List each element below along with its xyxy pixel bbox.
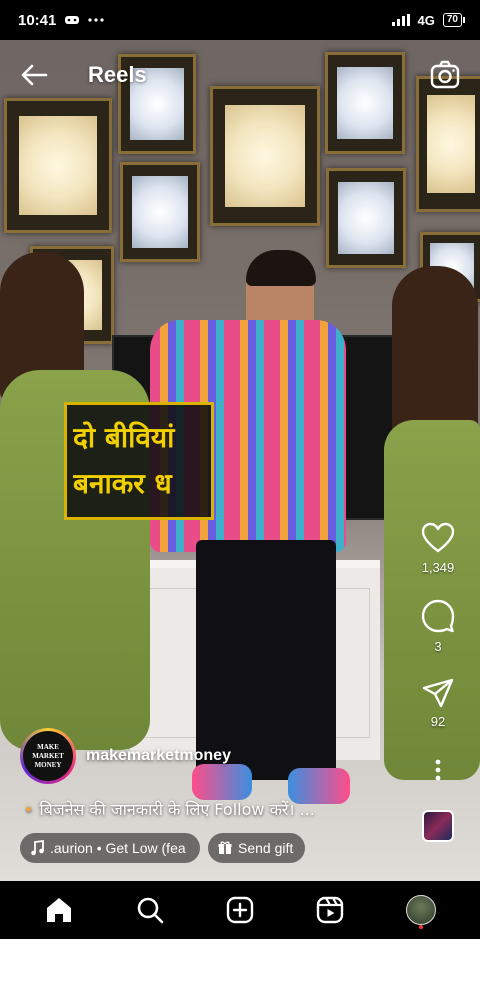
back-button[interactable]	[20, 60, 50, 90]
avatar-logo-line: MAKE	[37, 742, 59, 751]
like-count: 1,349	[421, 560, 455, 575]
avatar-logo-line: MONEY	[34, 760, 62, 769]
overlay-line-1: दो बीवियां	[73, 421, 175, 454]
share-button[interactable]: 92	[422, 678, 454, 729]
reels-icon	[317, 896, 344, 924]
camera-icon	[430, 60, 460, 89]
blank-area	[0, 939, 480, 998]
nav-reels[interactable]	[310, 890, 350, 930]
create-icon	[226, 896, 254, 924]
overlay-line-2: बनाकर ध	[73, 467, 172, 500]
comment-count: 3	[434, 639, 442, 654]
wall-plaque	[120, 162, 200, 262]
bottom-nav	[0, 881, 480, 939]
share-count: 92	[430, 714, 446, 729]
author-avatar-logo: MAKE MARKET MONEY	[23, 731, 73, 781]
chips-row: .aurion • Get Low (fea Send gift	[20, 833, 306, 863]
signal-icon	[391, 14, 410, 26]
camera-button[interactable]	[430, 60, 460, 90]
author-username[interactable]: makemarketmoney	[86, 747, 231, 765]
wall-plaque	[4, 98, 112, 233]
send-gift-label: Send gift	[238, 840, 294, 856]
battery-icon: 70	[442, 13, 466, 27]
share-icon	[422, 678, 454, 708]
author-avatar[interactable]: MAKE MARKET MONEY	[20, 728, 76, 784]
status-time: 10:41	[18, 11, 57, 29]
video-text-overlay: दो बीवियां बनाकर ध	[64, 402, 214, 520]
back-arrow-icon	[21, 64, 48, 86]
search-icon	[137, 897, 163, 924]
nav-home[interactable]	[39, 890, 79, 930]
game-controller-icon	[65, 16, 80, 24]
like-button[interactable]: 1,349	[421, 522, 455, 575]
notification-dot	[418, 925, 423, 929]
author-row: MAKE MARKET MONEY makemarketmoney	[20, 728, 231, 784]
caption-bullet: •	[24, 800, 34, 819]
more-icon	[435, 759, 441, 781]
comment-icon	[421, 599, 455, 633]
battery-level: 70	[446, 14, 458, 25]
caption-text: बिजनेस की जानकारी के लिए Follow करें। ..…	[39, 800, 315, 819]
comment-button[interactable]: 3	[421, 599, 455, 654]
home-icon	[47, 898, 72, 922]
wall-plaque	[326, 168, 406, 268]
avatar-logo-line: MARKET	[32, 751, 64, 760]
network-type: 4G	[417, 12, 435, 28]
heart-icon	[421, 522, 455, 553]
reels-header: Reels	[0, 40, 480, 110]
page-title: Reels	[88, 62, 147, 87]
gift-icon	[218, 841, 232, 854]
send-gift-chip[interactable]: Send gift	[208, 833, 306, 863]
audio-thumbnail-button[interactable]	[422, 810, 454, 842]
music-note-icon	[31, 840, 44, 856]
nav-create[interactable]	[220, 890, 260, 930]
profile-avatar	[405, 895, 436, 925]
action-rail: 1,349 3 92	[414, 522, 462, 842]
nav-search[interactable]	[130, 890, 170, 930]
person-center-hair	[246, 250, 316, 286]
reel-caption[interactable]: • बिजनेस की जानकारी के लिए Follow करें। .…	[24, 798, 315, 820]
audio-label: .aurion • Get Low (fea	[50, 840, 186, 856]
more-options-button[interactable]	[435, 759, 441, 786]
nav-profile[interactable]	[401, 890, 441, 930]
audio-chip[interactable]: .aurion • Get Low (fea	[20, 833, 200, 863]
status-bar: 10:41 4G 70	[0, 0, 480, 40]
more-notifications-icon	[88, 18, 104, 22]
